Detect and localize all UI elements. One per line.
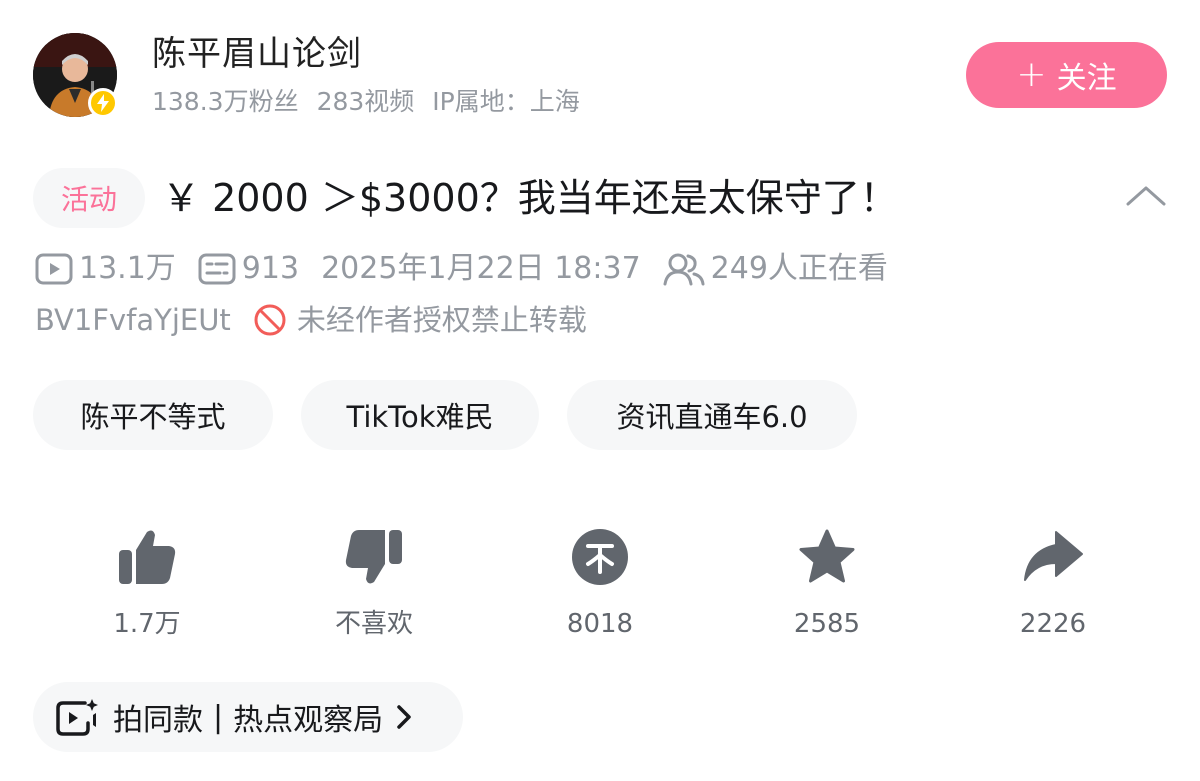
like-count: 1.7万 <box>113 609 181 639</box>
coin-button[interactable]: 8018 <box>520 520 680 640</box>
forbidden-icon <box>254 304 286 336</box>
collapse-button[interactable] <box>1124 180 1168 210</box>
coin-icon <box>572 529 628 585</box>
follow-label: 关注 <box>1056 61 1117 96</box>
view-count: 13.1万 <box>79 251 176 286</box>
follow-button[interactable]: + 关注 <box>966 42 1167 108</box>
video-stats: 13.1万 913 2025年1月22日 18:37 249人正在看 <box>35 248 910 290</box>
same-style-button[interactable]: 拍同款 | 热点观察局 <box>33 682 463 752</box>
activity-tag[interactable]: 活动 <box>33 168 145 228</box>
video-count: 283视频 <box>316 87 415 116</box>
camera-icon <box>56 699 98 736</box>
user-stats: 138.3万粉丝 283视频 IP属地：上海 <box>152 84 598 120</box>
coin-count: 8018 <box>566 609 634 639</box>
thumbs-down-icon <box>345 530 402 584</box>
share-button[interactable]: 2226 <box>973 520 1133 640</box>
chevron-right-icon <box>397 705 411 729</box>
follower-count: 138.3万粉丝 <box>152 87 299 116</box>
star-icon <box>799 529 855 583</box>
people-icon <box>663 253 705 286</box>
danmaku-count: 913 <box>241 251 300 286</box>
ip-location: IP属地：上海 <box>432 87 580 116</box>
favorite-count: 2585 <box>793 609 861 639</box>
watching-count: 249人正在看 <box>710 251 888 286</box>
verify-badge <box>88 88 118 118</box>
like-button[interactable]: 1.7万 <box>67 520 227 640</box>
divider: | <box>213 699 224 735</box>
play-icon <box>35 253 73 285</box>
publish-date: 2025年1月22日 18:37 <box>321 251 641 286</box>
dislike-button[interactable]: 不喜欢 <box>294 520 454 640</box>
favorite-button[interactable]: 2585 <box>747 520 907 640</box>
video-title: ￥ 2000 ＞$3000？我当年还是太保守了！ <box>162 176 898 220</box>
tag-chip[interactable]: TikTok难民 <box>301 380 539 450</box>
chevron-up-icon <box>1126 186 1166 206</box>
thumbs-up-icon <box>119 530 176 584</box>
copyright-notice: 未经作者授权禁止转载 <box>296 303 587 337</box>
username[interactable]: 陈平眉山论剑 <box>152 32 362 76</box>
lightning-icon <box>97 94 109 112</box>
plus-icon: + <box>1016 54 1047 95</box>
tag-chip[interactable]: 资讯直通车6.0 <box>567 380 857 450</box>
share-icon <box>1024 531 1083 581</box>
share-count: 2226 <box>1019 609 1087 639</box>
same-style-label: 拍同款 <box>113 703 203 738</box>
dislike-label: 不喜欢 <box>334 609 413 639</box>
bvid[interactable]: BV1FvfaYjEUt <box>35 300 231 340</box>
hot-topic-label: 热点观察局 <box>233 703 384 738</box>
bv-row: BV1FvfaYjEUt 未经作者授权禁止转载 <box>35 300 587 340</box>
tag-chip[interactable]: 陈平不等式 <box>33 380 273 450</box>
danmaku-icon <box>198 253 236 285</box>
